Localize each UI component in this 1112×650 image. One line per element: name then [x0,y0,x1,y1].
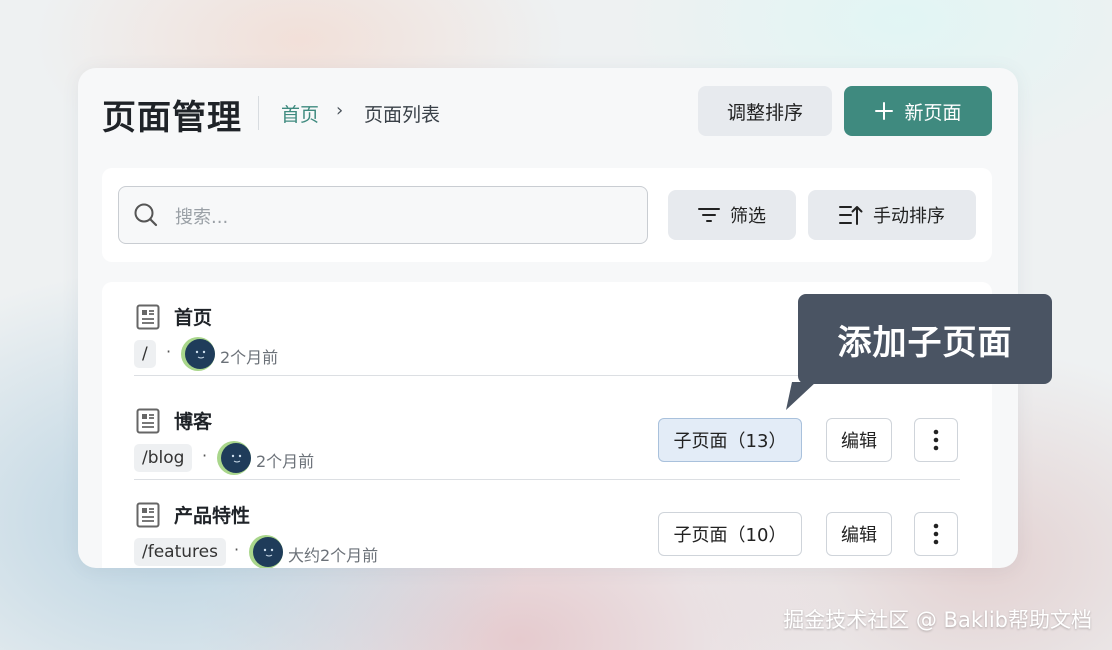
edit-label: 编辑 [841,431,877,452]
updated-time: 2个月前 [256,452,315,471]
filter-label: 筛选 [730,206,766,227]
edit-label: 编辑 [841,525,877,546]
search-input[interactable]: 搜索... [118,186,648,244]
adjust-order-label: 调整排序 [726,101,803,124]
child-pages-label: 子页面（10） [673,525,787,546]
list-item[interactable]: 产品特性 /features · 大约2个月前 子页面（10） 编辑 [134,480,960,568]
avatar [217,441,251,475]
filter-icon [698,208,720,222]
meta-dot: · [234,540,240,559]
document-icon [136,304,160,330]
manual-sort-label: 手动排序 [873,206,945,227]
meta-dot: · [202,446,208,465]
page-name[interactable]: 首页 [174,303,212,330]
search-placeholder: 搜索... [175,207,229,228]
manual-sort-button[interactable]: 手动排序 [808,190,976,240]
plus-icon [875,102,894,120]
avatar [181,337,215,371]
meta-dot: · [166,342,172,361]
more-vertical-icon [933,523,939,545]
page-name[interactable]: 博客 [174,407,212,434]
edit-button[interactable]: 编辑 [826,512,892,556]
tooltip-text: 添加子页面 [837,322,1013,363]
page-path: /features [134,538,226,566]
list-item[interactable]: 博客 /blog · 2个月前 子页面（13） 编辑 [134,386,960,480]
page-title: 页面管理 [102,98,242,138]
adjust-order-button[interactable]: 调整排序 [698,86,832,136]
add-child-page-tooltip: 添加子页面 [798,294,1052,384]
search-icon [134,203,158,227]
avatar [249,535,283,568]
filter-button[interactable]: 筛选 [668,190,796,240]
watermark: 掘金技术社区 @ Baklib帮助文档 [783,608,1092,632]
page-name[interactable]: 产品特性 [174,501,250,528]
more-button[interactable] [914,418,958,462]
page-path: / [134,340,156,368]
more-vertical-icon [933,429,939,451]
new-page-button[interactable]: 新页面 [844,86,992,136]
child-pages-button[interactable]: 子页面（10） [658,512,802,556]
updated-time: 大约2个月前 [288,546,379,565]
sort-icon [839,206,863,225]
tooltip-pointer [786,382,816,410]
page-header: 页面管理 首页 › 页面列表 调整排序 新页面 [78,68,1018,168]
header-divider [258,96,259,130]
child-pages-label: 子页面（13） [673,431,787,452]
document-icon [136,502,160,528]
new-page-label: 新页面 [904,101,962,124]
toolbar: 搜索... 筛选 手动排序 [102,168,992,262]
edit-button[interactable]: 编辑 [826,418,892,462]
child-pages-button[interactable]: 子页面（13） [658,418,802,462]
updated-time: 2个月前 [220,348,279,367]
document-icon [136,408,160,434]
breadcrumb-home[interactable]: 首页 [281,100,319,127]
breadcrumb-current: 页面列表 [364,104,441,126]
page-path: /blog [134,444,193,472]
breadcrumb-separator: › [336,100,344,121]
more-button[interactable] [914,512,958,556]
